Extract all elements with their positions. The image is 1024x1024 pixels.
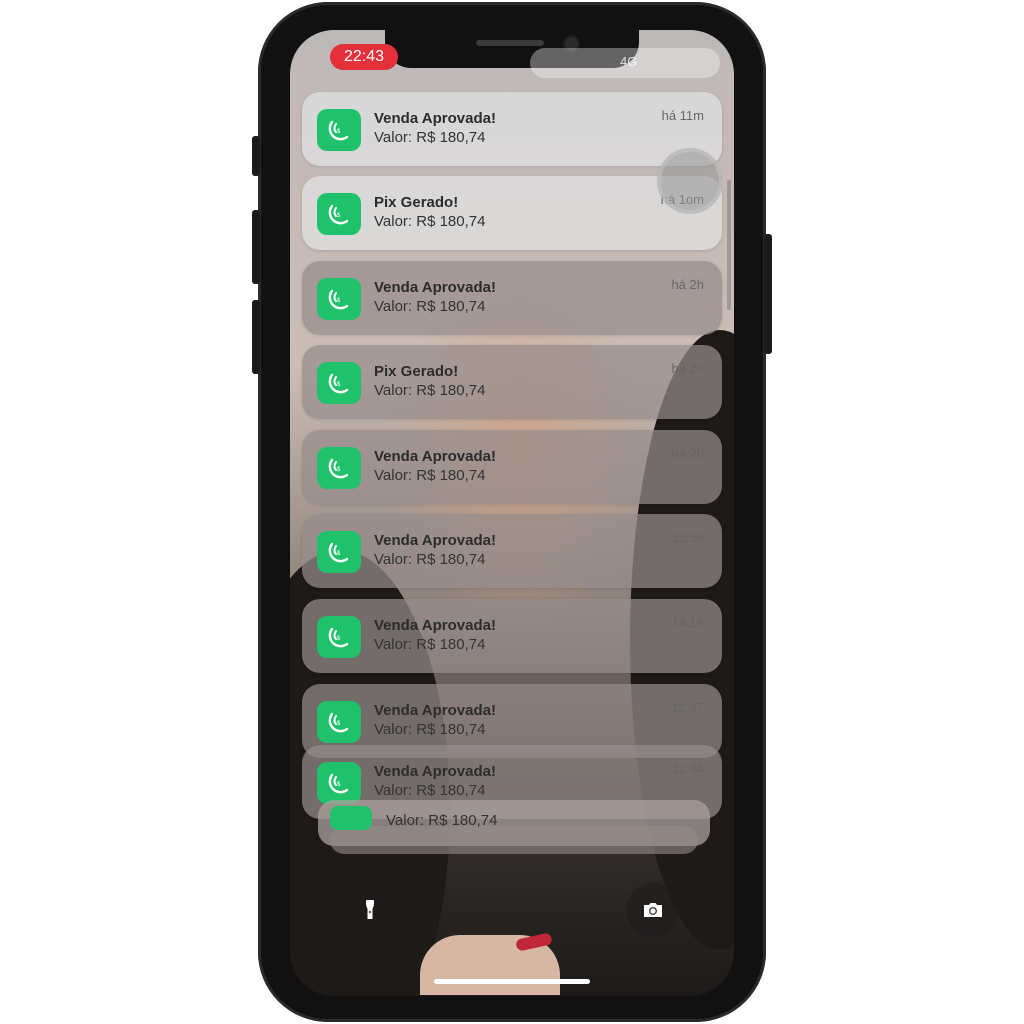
notification-value: Valor: R$ 180,74 <box>374 551 486 568</box>
notification-title: Venda Aprovada! <box>374 617 496 634</box>
phone-money-icon: $ <box>328 627 349 648</box>
app-icon: $ <box>317 701 361 743</box>
phone-money-icon: $ <box>328 458 349 479</box>
notification-time: 12:37 <box>671 700 704 715</box>
scrollbar[interactable] <box>727 180 731 310</box>
notification-value: Valor: R$ 180,74 <box>374 213 486 230</box>
notification-value: Valor: R$ 180,74 <box>374 467 486 484</box>
notification-time: há 2h <box>671 446 704 461</box>
earpiece-speaker <box>476 40 544 46</box>
home-indicator[interactable] <box>434 979 590 984</box>
app-icon: $ <box>317 447 361 489</box>
app-icon: $ <box>317 278 361 320</box>
notification-time: 11:44 <box>672 761 704 776</box>
silent-switch <box>252 136 260 176</box>
notification-title: Venda Aprovada! <box>374 110 496 127</box>
notification-value: Valor: R$ 180,74 <box>374 382 486 399</box>
notification-value: Valor: R$ 180,74 <box>374 298 486 315</box>
phone-money-icon: $ <box>328 542 349 563</box>
notification-title: Venda Aprovada! <box>374 448 496 465</box>
notification-title: Venda Aprovada! <box>374 702 496 719</box>
svg-text:$: $ <box>337 382 341 388</box>
notification-time: há 2h <box>671 361 704 376</box>
flashlight-button[interactable] <box>343 883 397 937</box>
phone-money-icon: $ <box>328 289 349 310</box>
app-icon: $ <box>317 616 361 658</box>
svg-text:$: $ <box>337 782 341 788</box>
phone-money-icon: $ <box>328 120 349 141</box>
notification-time: 15:59 <box>671 530 704 545</box>
notification-value: Valor: R$ 180,74 <box>374 782 486 799</box>
status-time: 22:43 <box>330 44 398 70</box>
svg-text:$: $ <box>337 213 341 219</box>
notification-card[interactable]: $ Venda Aprovada! Valor: R$ 180,74 15:59 <box>302 514 722 588</box>
notification-title: Venda Aprovada! <box>374 279 496 296</box>
camera-icon <box>644 903 662 917</box>
notification-card[interactable]: $ Venda Aprovada! Valor: R$ 180,74 há 2h <box>302 261 722 335</box>
app-icon: $ <box>317 362 361 404</box>
stacked-notification-back <box>330 826 698 854</box>
notification-card[interactable]: $ Venda Aprovada! Valor: R$ 180,74 há 11m <box>302 92 722 166</box>
stacked-notification-value: Valor: R$ 180,74 <box>386 812 498 829</box>
camera-button[interactable] <box>626 883 680 937</box>
app-icon: $ <box>317 109 361 151</box>
signal-label: 4G <box>620 54 638 69</box>
phone-money-icon: $ <box>328 773 349 794</box>
phone-money-icon: $ <box>328 373 349 394</box>
app-icon: $ <box>317 531 361 573</box>
notification-time: há 11m <box>661 108 704 123</box>
notification-card[interactable]: $ Venda Aprovada! Valor: R$ 180,74 há 2h <box>302 430 722 504</box>
notification-title: Venda Aprovada! <box>374 763 496 780</box>
scroll-indicator <box>657 148 723 214</box>
svg-text:$: $ <box>337 298 341 304</box>
phone-money-icon: $ <box>328 712 349 733</box>
notification-title: Venda Aprovada! <box>374 532 496 549</box>
svg-text:$: $ <box>337 636 341 642</box>
svg-text:$: $ <box>337 721 341 727</box>
notification-title: Pix Gerado! <box>374 194 459 211</box>
volume-up-button <box>252 210 260 284</box>
svg-text:$: $ <box>337 551 341 557</box>
power-button <box>764 234 772 354</box>
stacked-app-icon <box>330 806 372 830</box>
notification-card[interactable]: $ Venda Aprovada! Valor: R$ 180,74 14:16 <box>302 599 722 673</box>
notification-value: Valor: R$ 180,74 <box>374 721 486 738</box>
app-icon: $ <box>317 193 361 235</box>
notification-title: Pix Gerado! <box>374 363 459 380</box>
volume-down-button <box>252 300 260 374</box>
svg-text:$: $ <box>337 129 341 135</box>
flashlight-icon <box>366 900 374 919</box>
notification-time: 14:16 <box>671 615 704 630</box>
notification-value: Valor: R$ 180,74 <box>374 129 486 146</box>
phone-money-icon: $ <box>328 204 349 225</box>
notification-card[interactable]: $ Pix Gerado! Valor: R$ 180,74 há 2h <box>302 345 722 419</box>
app-icon: $ <box>317 762 361 804</box>
notification-value: Valor: R$ 180,74 <box>374 636 486 653</box>
svg-text:$: $ <box>337 467 341 473</box>
notification-time: há 2h <box>671 277 704 292</box>
